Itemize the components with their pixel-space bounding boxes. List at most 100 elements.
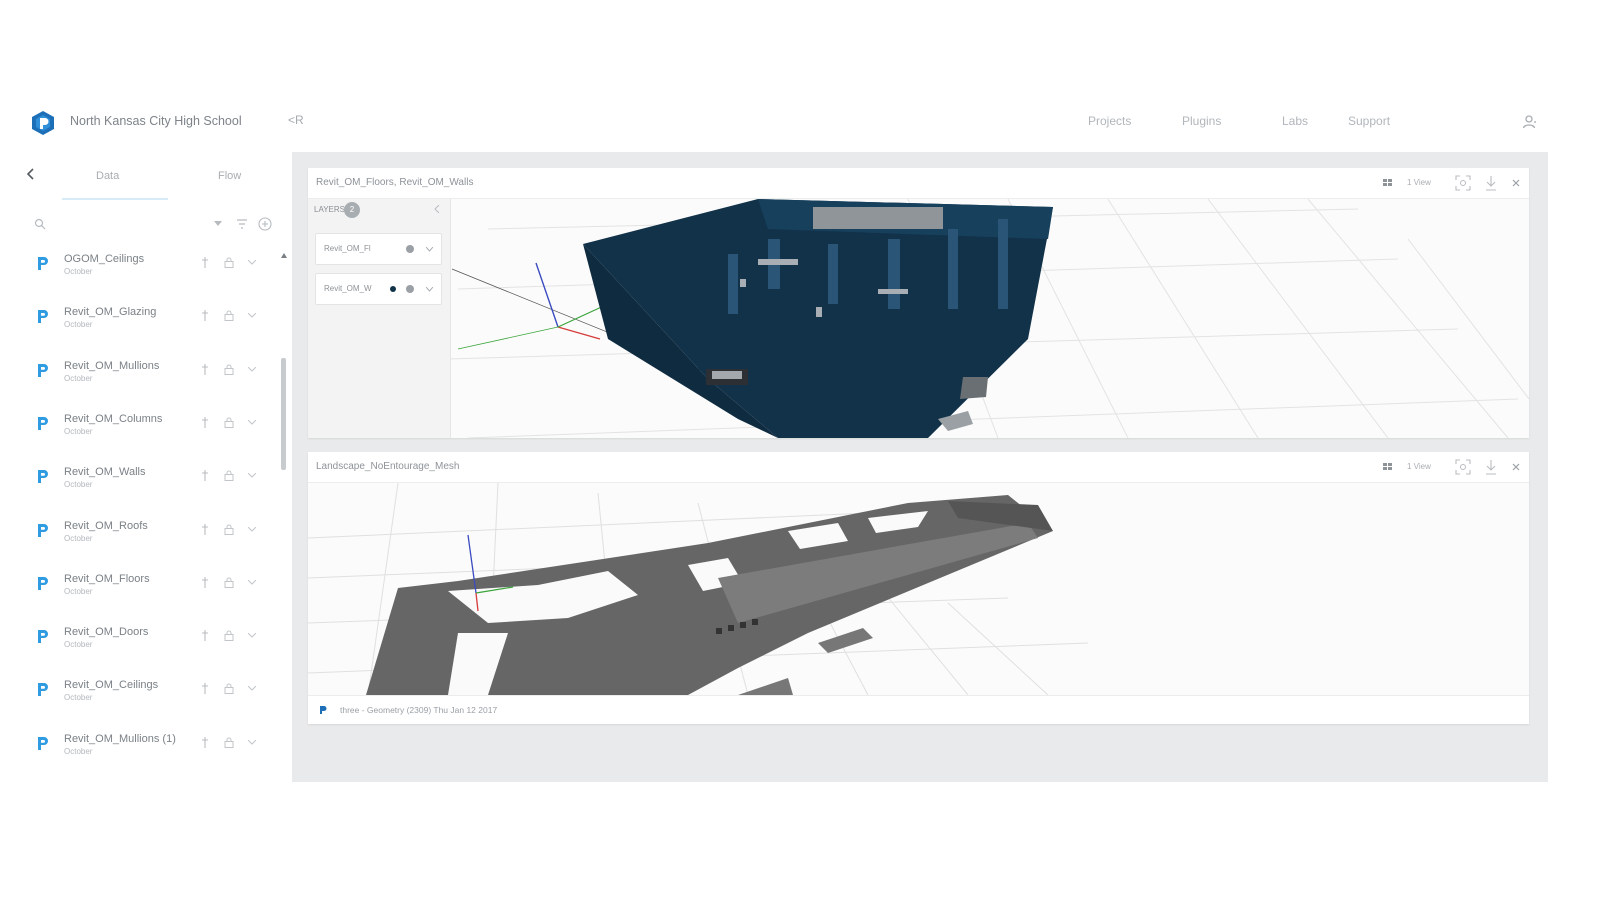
- fit-view-icon[interactable]: [1455, 459, 1471, 475]
- stream-list-item[interactable]: Revit_OM_Doors October: [22, 621, 284, 674]
- stream-list-item[interactable]: Revit_OM_Mullions (1) October: [22, 728, 284, 781]
- chevron-down-icon[interactable]: [248, 526, 256, 533]
- visibility-icon[interactable]: [404, 284, 416, 294]
- pin-icon[interactable]: [202, 523, 208, 535]
- project-title: North Kansas City High School: [70, 114, 242, 128]
- pin-icon[interactable]: [202, 310, 208, 322]
- pin-icon[interactable]: [202, 630, 208, 642]
- chevron-down-icon[interactable]: [248, 473, 256, 479]
- nav-projects[interactable]: Projects: [1088, 114, 1131, 128]
- landscape-3d-model[interactable]: [308, 483, 1529, 695]
- stream-actions: [198, 416, 278, 429]
- download-icon[interactable]: [1485, 459, 1497, 475]
- views-icon[interactable]: [1383, 463, 1393, 471]
- stream-actions: [198, 683, 278, 695]
- app-logo-icon[interactable]: [30, 110, 56, 136]
- chevron-down-icon[interactable]: [248, 313, 256, 319]
- nav-plugins[interactable]: Plugins: [1182, 114, 1221, 128]
- chevron-down-icon[interactable]: [248, 633, 256, 639]
- views-count[interactable]: 1 View: [1407, 178, 1431, 187]
- lock-icon[interactable]: [224, 470, 234, 482]
- chevron-down-icon[interactable]: [426, 287, 433, 292]
- views-count[interactable]: 1 View: [1407, 462, 1431, 471]
- stream-list-item[interactable]: Revit_OM_Floors October: [22, 568, 284, 621]
- stream-icon: [38, 523, 48, 537]
- viewer-title: Landscape_NoEntourage_Mesh: [316, 461, 460, 472]
- pin-icon[interactable]: [202, 416, 208, 428]
- collapse-sidebar-button[interactable]: <R: [288, 113, 304, 127]
- stream-list-item[interactable]: Revit_OM_Ceilings October: [22, 674, 284, 727]
- lock-icon[interactable]: [224, 524, 234, 535]
- user-icon[interactable]: [1522, 114, 1538, 130]
- filter-dropdown-icon[interactable]: [214, 221, 222, 227]
- stream-icon: [38, 736, 48, 750]
- chevron-down-icon[interactable]: [248, 419, 256, 426]
- chevron-down-icon[interactable]: [426, 247, 433, 252]
- stream-branch: October: [64, 693, 93, 703]
- visibility-icon[interactable]: [404, 244, 416, 254]
- search-icon[interactable]: [34, 218, 46, 230]
- stream-branch: October: [64, 373, 93, 383]
- pin-icon[interactable]: [202, 576, 208, 588]
- viewer-canvas-3d[interactable]: LAYERS 2 Revit_OM_Fl Revit_OM_W: [308, 199, 1529, 438]
- layer-name: Revit_OM_W: [324, 284, 372, 293]
- stream-branch: October: [64, 640, 93, 650]
- layer-color-dot-icon[interactable]: [390, 286, 396, 292]
- views-icon[interactable]: [1383, 179, 1393, 187]
- chevron-down-icon[interactable]: [248, 739, 256, 746]
- building-3d-model[interactable]: [308, 199, 1529, 438]
- stream-icon: [38, 576, 48, 590]
- pin-icon[interactable]: [202, 470, 208, 482]
- stream-name: Revit_OM_Mullions: [64, 359, 160, 372]
- add-stream-icon[interactable]: [258, 217, 272, 231]
- viewer-header: Revit_OM_Floors, Revit_OM_Walls 1 View: [308, 168, 1529, 199]
- stream-list-item[interactable]: Revit_OM_Columns October: [22, 408, 284, 461]
- chevron-down-icon[interactable]: [248, 260, 256, 266]
- layers-count-badge: 2: [344, 202, 360, 218]
- stream-icon: [38, 416, 48, 430]
- lock-icon[interactable]: [224, 577, 234, 588]
- stream-actions: [198, 363, 278, 376]
- stream-actions: [198, 470, 278, 482]
- pin-icon[interactable]: [202, 683, 208, 695]
- lock-icon[interactable]: [224, 683, 234, 695]
- lock-icon[interactable]: [224, 364, 234, 375]
- chevron-down-icon[interactable]: [248, 366, 256, 373]
- stream-list-item[interactable]: Revit_OM_Glazing October: [22, 301, 284, 354]
- layer-item[interactable]: Revit_OM_Fl: [315, 233, 442, 265]
- collapse-panel-icon[interactable]: [434, 205, 440, 213]
- stream-actions: [198, 310, 278, 322]
- stream-list-item[interactable]: Revit_OM_Roofs October: [22, 515, 284, 568]
- app-window: North Kansas City High School <R Project…: [22, 100, 1548, 782]
- sort-icon[interactable]: [236, 219, 248, 229]
- scroll-up-icon[interactable]: [281, 253, 287, 258]
- tab-flow[interactable]: Flow: [218, 170, 241, 182]
- tab-data[interactable]: Data: [96, 170, 119, 182]
- stream-icon: [38, 683, 48, 697]
- stream-list-item[interactable]: Revit_OM_Walls October: [22, 461, 284, 514]
- chevron-down-icon[interactable]: [248, 686, 256, 692]
- scrollbar-thumb[interactable]: [281, 358, 286, 470]
- pin-icon[interactable]: [202, 257, 208, 268]
- stream-name: Revit_OM_Floors: [64, 572, 150, 585]
- lock-icon[interactable]: [224, 630, 234, 642]
- nav-support[interactable]: Support: [1348, 114, 1390, 128]
- lock-icon[interactable]: [224, 310, 234, 322]
- chevron-left-icon[interactable]: [26, 168, 36, 180]
- lock-icon[interactable]: [224, 737, 234, 748]
- stream-list-item[interactable]: Revit_OM_Mullions October: [22, 355, 284, 408]
- fit-view-icon[interactable]: [1455, 175, 1471, 191]
- nav-labs[interactable]: Labs: [1282, 114, 1308, 128]
- layer-item[interactable]: Revit_OM_W: [315, 273, 442, 305]
- pin-icon[interactable]: [202, 736, 208, 748]
- close-icon[interactable]: [1511, 462, 1521, 472]
- lock-icon[interactable]: [224, 417, 234, 428]
- lock-icon[interactable]: [224, 257, 234, 268]
- pin-icon[interactable]: [202, 363, 208, 375]
- chevron-down-icon[interactable]: [248, 579, 256, 586]
- stream-name: Revit_OM_Doors: [64, 626, 149, 639]
- download-icon[interactable]: [1485, 175, 1497, 191]
- close-icon[interactable]: [1511, 178, 1521, 188]
- stream-list-item[interactable]: OGOM_Ceilings October: [22, 248, 284, 301]
- viewer-canvas-3d[interactable]: [308, 483, 1529, 695]
